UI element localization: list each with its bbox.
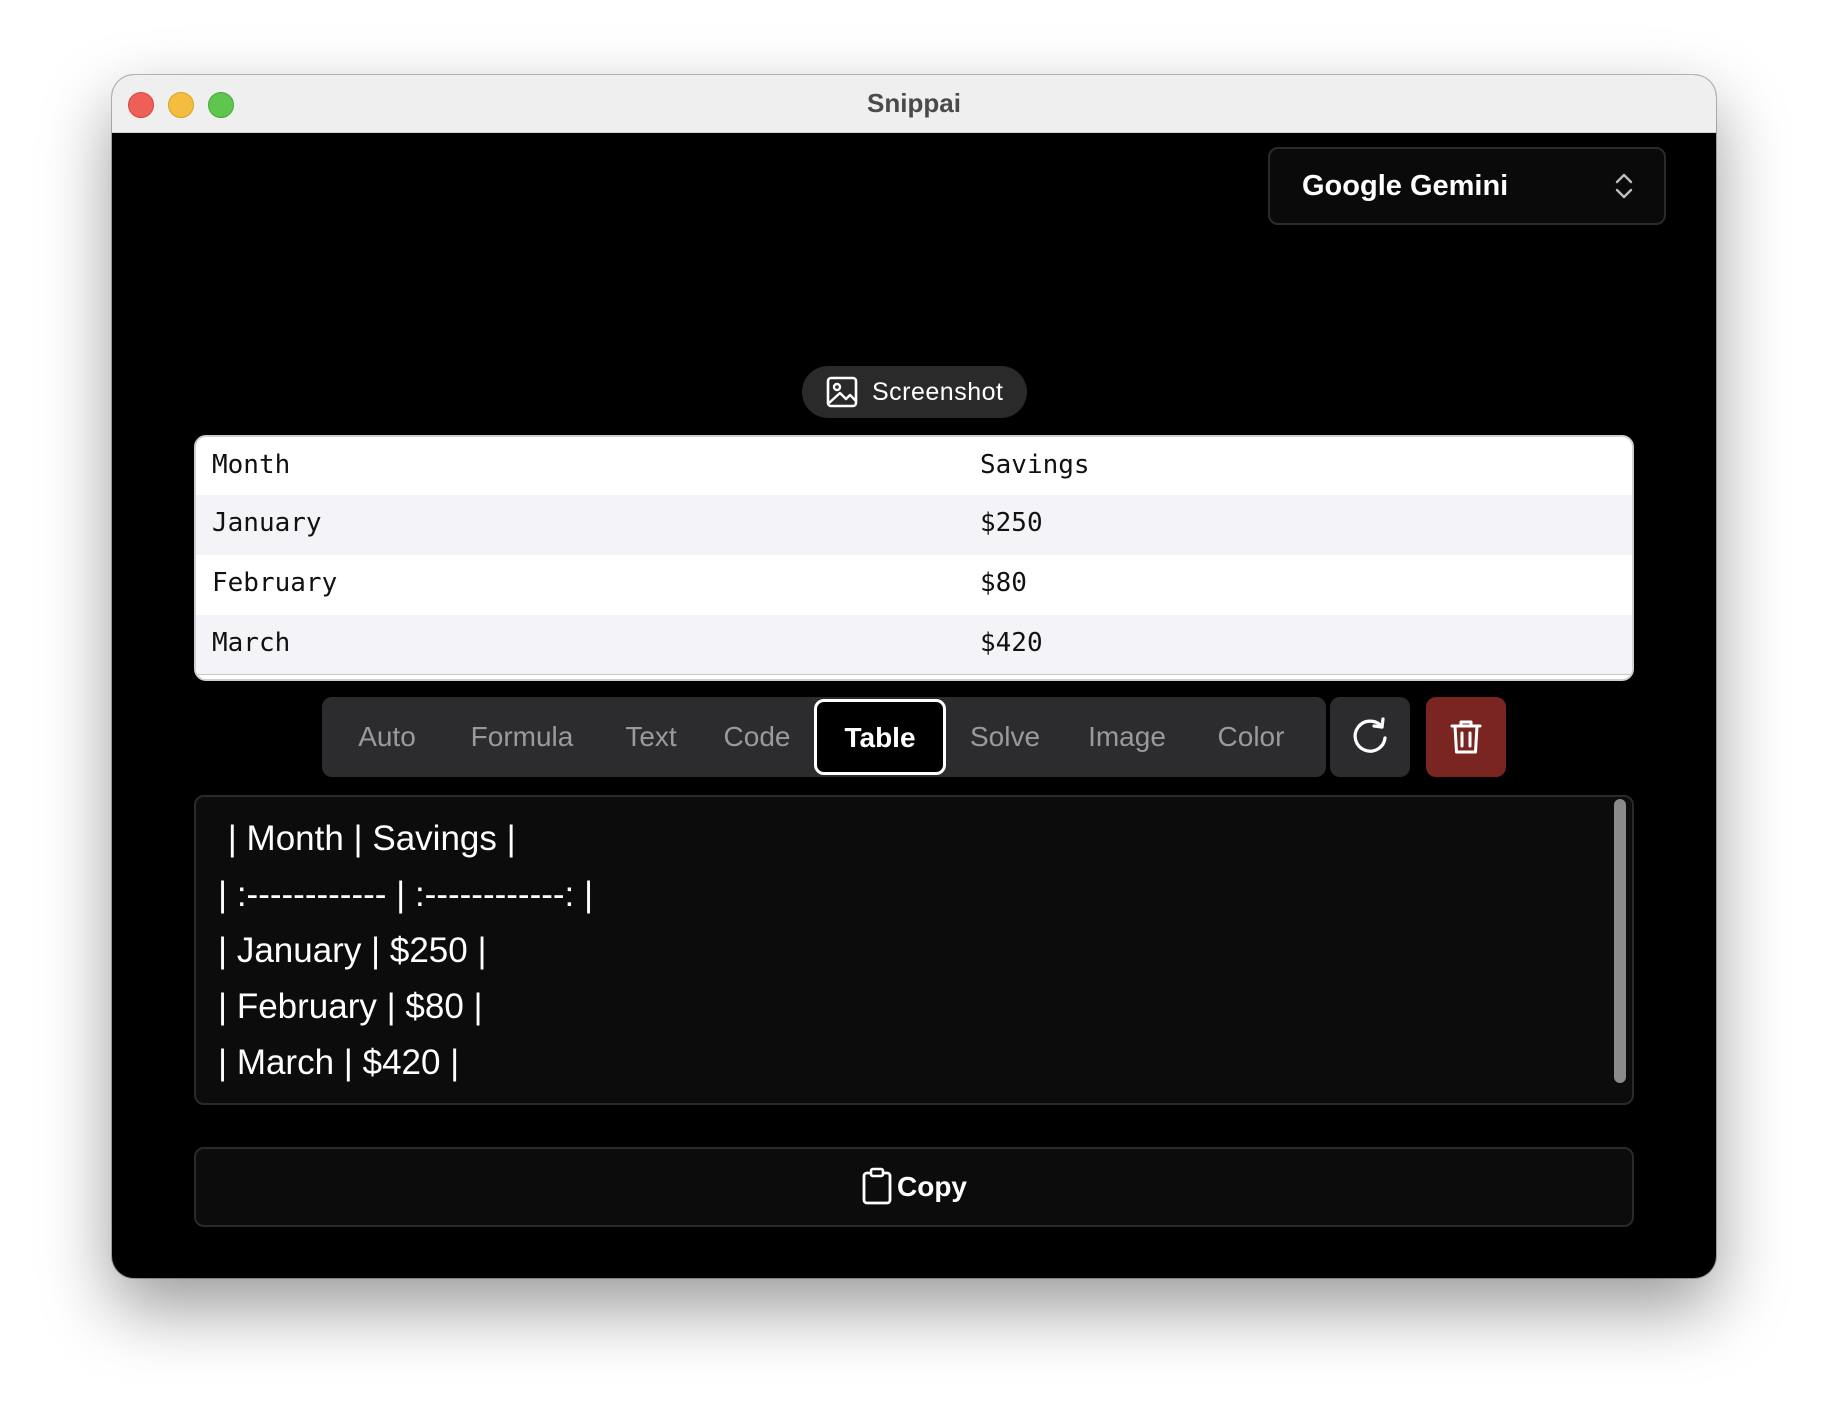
trash-icon bbox=[1450, 720, 1482, 754]
mode-text[interactable]: Text bbox=[602, 697, 700, 777]
preview-header-row: Month Savings bbox=[196, 437, 1632, 497]
preview-cell: $80 bbox=[980, 568, 1027, 598]
output-line: | March | $420 | bbox=[218, 1043, 460, 1082]
mode-image[interactable]: Image bbox=[1064, 697, 1190, 777]
output-line: | Month | Savings | bbox=[218, 819, 516, 858]
model-select[interactable]: Google Gemini bbox=[1268, 147, 1666, 225]
refresh-button[interactable] bbox=[1330, 697, 1410, 777]
copy-button-content: Copy bbox=[196, 1149, 1632, 1225]
mode-color[interactable]: Color bbox=[1190, 697, 1312, 777]
preview-cell: $420 bbox=[980, 628, 1043, 658]
copy-button[interactable]: Copy bbox=[194, 1147, 1634, 1227]
screenshot-button[interactable]: Screenshot bbox=[802, 366, 1027, 418]
mode-table[interactable]: Table bbox=[814, 699, 946, 775]
preview-header-cell: Savings bbox=[980, 450, 1090, 480]
preview-header-cell: Month bbox=[212, 450, 291, 480]
preview-table-row: January $250 bbox=[196, 495, 1632, 555]
mode-formula[interactable]: Formula bbox=[442, 697, 602, 777]
output-line: | February | $80 | bbox=[218, 987, 483, 1026]
copy-button-label: Copy bbox=[897, 1171, 967, 1202]
screenshot-button-label: Screenshot bbox=[872, 378, 1004, 406]
title-bar: Snippai bbox=[112, 75, 1716, 133]
mode-auto[interactable]: Auto bbox=[332, 697, 442, 777]
preview-cell: January bbox=[212, 508, 322, 538]
window-title: Snippai bbox=[867, 88, 961, 118]
refresh-icon bbox=[1353, 717, 1387, 753]
clipboard-icon bbox=[862, 1167, 892, 1205]
app-window: Snippai Google Gemini Screenshot Month S… bbox=[112, 75, 1716, 1278]
model-select-value: Google Gemini bbox=[1302, 170, 1509, 202]
main-content: Google Gemini Screenshot Month Savings J… bbox=[112, 132, 1716, 1278]
preview-table-row: February $80 bbox=[196, 555, 1632, 615]
preview-cell: March bbox=[212, 628, 291, 658]
mode-code[interactable]: Code bbox=[700, 697, 814, 777]
chevron-up-down-icon bbox=[1615, 173, 1633, 199]
output-textarea[interactable]: | Month | Savings | | :------------ | :-… bbox=[194, 795, 1634, 1105]
preview-divider bbox=[196, 674, 1632, 675]
output-line: | :------------ | :------------: | bbox=[218, 875, 594, 914]
output-line: | January | $250 | bbox=[218, 931, 487, 970]
mode-solve[interactable]: Solve bbox=[946, 697, 1064, 777]
preview-cell: $250 bbox=[980, 508, 1043, 538]
preview-cell: February bbox=[212, 568, 338, 598]
preview-table-row: March $420 bbox=[196, 615, 1632, 675]
table-preview: Month Savings January $250 February $80 … bbox=[194, 435, 1634, 681]
delete-button[interactable] bbox=[1426, 697, 1506, 777]
mode-selector: Auto Formula Text Code Table Solve Image… bbox=[322, 697, 1326, 777]
image-icon bbox=[826, 376, 858, 408]
output-scrollbar[interactable] bbox=[1614, 799, 1626, 1083]
